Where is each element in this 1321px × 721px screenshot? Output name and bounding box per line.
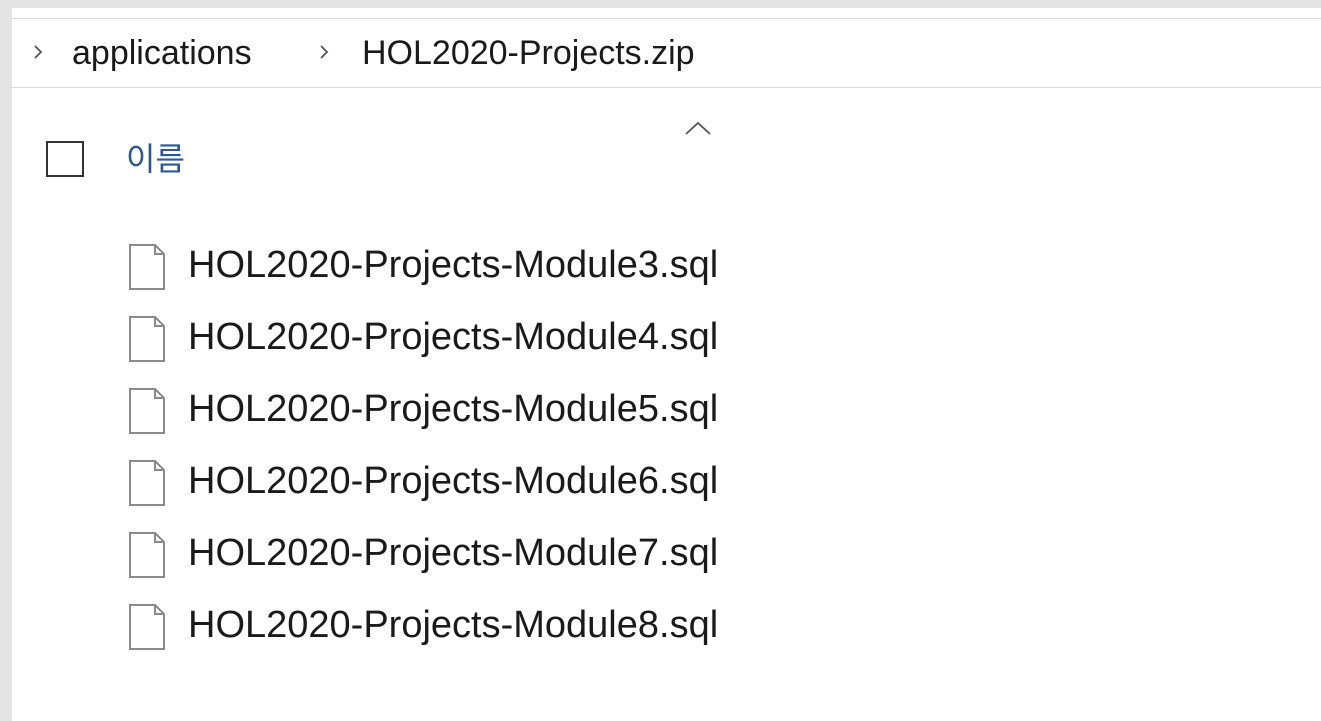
chevron-right-icon[interactable] xyxy=(30,42,46,62)
file-name: HOL2020-Projects-Module6.sql xyxy=(188,460,719,502)
file-name: HOL2020-Projects-Module5.sql xyxy=(188,388,719,430)
file-icon xyxy=(127,459,167,507)
file-row[interactable]: HOL2020-Projects-Module5.sql xyxy=(12,379,772,451)
name-column-header[interactable]: 이름 xyxy=(126,138,185,180)
file-icon xyxy=(127,531,167,579)
file-name: HOL2020-Projects-Module3.sql xyxy=(188,244,719,286)
select-all-checkbox[interactable] xyxy=(46,141,84,177)
chevron-right-icon[interactable] xyxy=(316,42,332,62)
file-explorer-window: applications HOL2020-Projects.zip 이름 HOL… xyxy=(12,8,1321,721)
file-name: HOL2020-Projects-Module7.sql xyxy=(188,532,719,574)
breadcrumb-item-zip[interactable]: HOL2020-Projects.zip xyxy=(362,33,695,73)
column-header: 이름 xyxy=(12,108,1321,188)
file-row[interactable]: HOL2020-Projects-Module3.sql xyxy=(12,235,772,307)
file-name: HOL2020-Projects-Module4.sql xyxy=(188,316,719,358)
address-bar[interactable]: applications HOL2020-Projects.zip xyxy=(12,18,1321,88)
window-top-strip xyxy=(12,8,1321,18)
file-row[interactable]: HOL2020-Projects-Module4.sql xyxy=(12,307,772,379)
file-row[interactable]: HOL2020-Projects-Module7.sql xyxy=(12,523,772,595)
breadcrumb-item-applications[interactable]: applications xyxy=(72,33,252,73)
file-row[interactable]: HOL2020-Projects-Module8.sql xyxy=(12,595,772,667)
file-list: HOL2020-Projects-Module3.sql HOL2020-Pro… xyxy=(12,235,1321,667)
file-row[interactable]: HOL2020-Projects-Module6.sql xyxy=(12,451,772,523)
file-icon xyxy=(127,603,167,651)
file-name: HOL2020-Projects-Module8.sql xyxy=(188,604,719,646)
file-icon xyxy=(127,315,167,363)
file-icon xyxy=(127,387,167,435)
sort-ascending-icon xyxy=(684,120,712,136)
file-icon xyxy=(127,243,167,291)
